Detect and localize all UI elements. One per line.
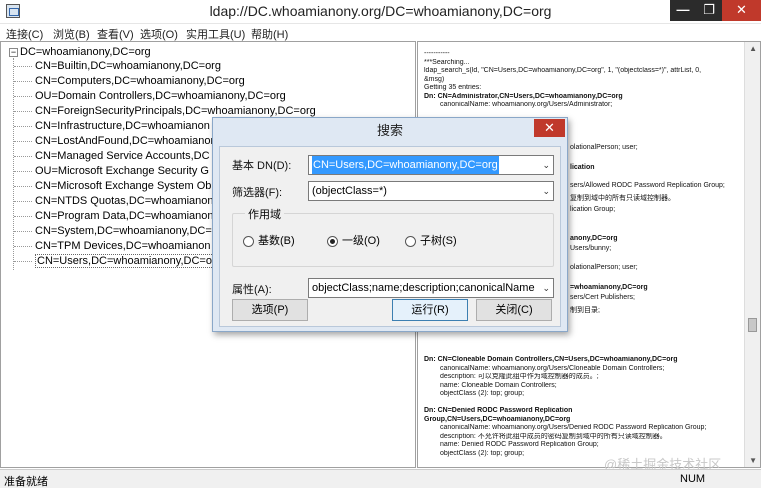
log-line: name: Cloneable Domain Controllers; [440,381,557,389]
run-button[interactable]: 运行(R) [392,299,468,321]
log-line: canonicalName: whoamianony.org/Users/Den… [440,424,707,431]
log-line: canonicalName: whoamianony.org/Users/Adm… [440,101,613,108]
scope-subtree-radio[interactable]: 子树(S) [405,232,457,248]
log-fragment: sers/Allowed RODC Password Replication G… [570,182,725,189]
tree-item[interactable]: CN=Infrastructure,DC=whoamianon [14,120,210,135]
attributes-label: 属性(A): [232,284,272,296]
chevron-down-icon[interactable]: ⌄ [542,156,550,174]
log-line: Group,CN=Users,DC=whoamianony,DC=org [424,415,571,423]
log-fragment: 复制到域中的所有只读域控制器。 [570,195,675,202]
log-line: objectClass (2): top; group; [440,390,525,397]
attributes-combobox[interactable]: objectClass;name;description;canonicalNa… [308,278,554,298]
filter-value: (objectClass=*) [312,185,387,197]
search-dialog: 搜索 ✕ 基本 DN(D): CN=Users,DC=whoamianony,D… [212,117,568,332]
scroll-down-icon[interactable]: ▼ [749,456,757,465]
tree-item[interactable]: OU=Domain Controllers,DC=whoamianony,DC=… [14,90,286,105]
log-fragment: sers/Cert Publishers; [570,294,635,301]
tree-item[interactable]: CN=Microsoft Exchange System Ob [14,180,211,195]
log-line: Dn: CN=Denied RODC Password Replication [424,407,573,414]
close-button[interactable]: 关闭(C) [476,299,552,321]
dialog-title: 搜索 [213,118,567,145]
log-line: Dn: CN=Administrator,CN=Users,DC=whoamia… [424,92,623,100]
tree-root-label: DC=whoamianony,DC=org [20,46,151,58]
log-line: Dn: CN=Cloneable Domain Controllers,CN=U… [424,356,678,363]
tree-item[interactable]: CN=TPM Devices,DC=whoamianon [14,240,210,255]
log-fragment: Users/bunny; [570,245,612,252]
close-window-button[interactable]: ✕ [722,0,761,21]
chevron-down-icon[interactable]: ⌄ [542,182,550,200]
status-bar: 准备就绪 NUM [0,469,761,488]
dialog-close-button[interactable]: ✕ [534,119,565,137]
tree-item[interactable]: CN=Builtin,DC=whoamianony,DC=org [14,60,221,75]
log-line: ***Searching... [424,58,470,66]
radio-icon [243,235,254,247]
log-line: description: 可以克隆此组中作为域控制器的成员。; [440,373,599,380]
menu-utilities[interactable]: 实用工具(U) [186,26,245,42]
scope-onelevel-radio[interactable]: 一级(O) [327,232,380,248]
log-fragment: lication [570,164,595,171]
log-fragment: olationalPerson; user; [570,144,638,151]
log-line: &msg) [424,75,445,83]
tree-item[interactable]: CN=Managed Service Accounts,DC [14,150,210,165]
log-line: Getting 35 entries: [424,84,482,91]
log-fragment: olationalPerson; user; [570,264,638,271]
log-fragment: 制到目录; [570,307,600,314]
title-bar: ldap://DC.whoamianony.org/DC=whoamianony… [0,0,761,24]
attributes-value: objectClass;name;description;canonicalNa… [312,282,535,294]
options-button[interactable]: 选项(P) [232,299,308,321]
filter-label: 筛选器(F): [232,187,283,199]
filter-combobox[interactable]: (objectClass=*) ⌄ [308,181,554,201]
base-dn-combobox[interactable]: CN=Users,DC=whoamianony,DC=org ⌄ [308,155,554,175]
window-title: ldap://DC.whoamianony.org/DC=whoamianony… [209,3,552,19]
menu-connection[interactable]: 连接(C) [6,26,43,42]
collapse-icon[interactable]: − [9,47,18,57]
log-line: ----------- [424,50,450,57]
tree-item[interactable]: CN=NTDS Quotas,DC=whoamianon [14,195,214,210]
base-dn-value: CN=Users,DC=whoamianony,DC=org [312,156,499,174]
scroll-up-icon[interactable]: ▲ [749,44,757,53]
menu-help[interactable]: 帮助(H) [251,26,288,42]
tree-item[interactable]: OU=Microsoft Exchange Security G [14,165,209,180]
log-line: ldap_search_s(ld, "CN=Users,DC=whoamiano… [424,67,702,74]
vertical-scrollbar[interactable]: ▲ ▼ [744,42,760,467]
scope-label: 作用域 [245,206,284,222]
scope-base-radio[interactable]: 基数(B) [243,232,295,248]
minimize-button[interactable]: — [670,0,696,21]
chevron-down-icon[interactable]: ⌄ [542,279,550,297]
tree-item[interactable]: CN=Computers,DC=whoamianony,DC=org [14,75,245,90]
radio-checked-icon [327,235,338,247]
log-line: name: Denied RODC Password Replication G… [440,441,599,448]
log-line: description: 不允许将此组中成员的密码复制到域中的所有只读域控制器。 [440,432,667,440]
tree-item[interactable]: CN=LostAndFound,DC=whoamianon [14,135,217,150]
radio-icon [405,235,416,247]
tree-item-selected[interactable]: CN=Users,DC=whoamianony,DC=o [14,254,214,270]
log-fragment: anony,DC=org [570,235,618,242]
menu-browse[interactable]: 浏览(B) [53,26,90,42]
tree-item[interactable]: CN=Program Data,DC=whoamianon [14,210,214,225]
maximize-button[interactable]: ❐ [696,0,722,21]
menu-options[interactable]: 选项(O) [140,26,178,42]
status-text: 准备就绪 [4,476,48,488]
scrollbar-thumb[interactable] [748,318,757,332]
base-dn-label: 基本 DN(D): [232,160,292,172]
tree-item[interactable]: CN=System,DC=whoamianony,DC= [14,225,212,240]
log-fragment: lication Group; [570,206,616,213]
dialog-body: 基本 DN(D): CN=Users,DC=whoamianony,DC=org… [219,146,561,327]
menu-bar: 连接(C) 浏览(B) 查看(V) 选项(O) 实用工具(U) 帮助(H) [0,24,761,42]
menu-view[interactable]: 查看(V) [97,26,134,42]
num-lock-indicator: NUM [680,473,706,485]
tree-root[interactable]: − DC=whoamianony,DC=org [9,46,151,58]
log-fragment: =whoamianony,DC=org [570,284,648,291]
scope-group: 作用域 基数(B) 一级(O) 子树(S) [232,206,554,267]
log-line: canonicalName: whoamianony.org/Users/Clo… [440,364,665,372]
